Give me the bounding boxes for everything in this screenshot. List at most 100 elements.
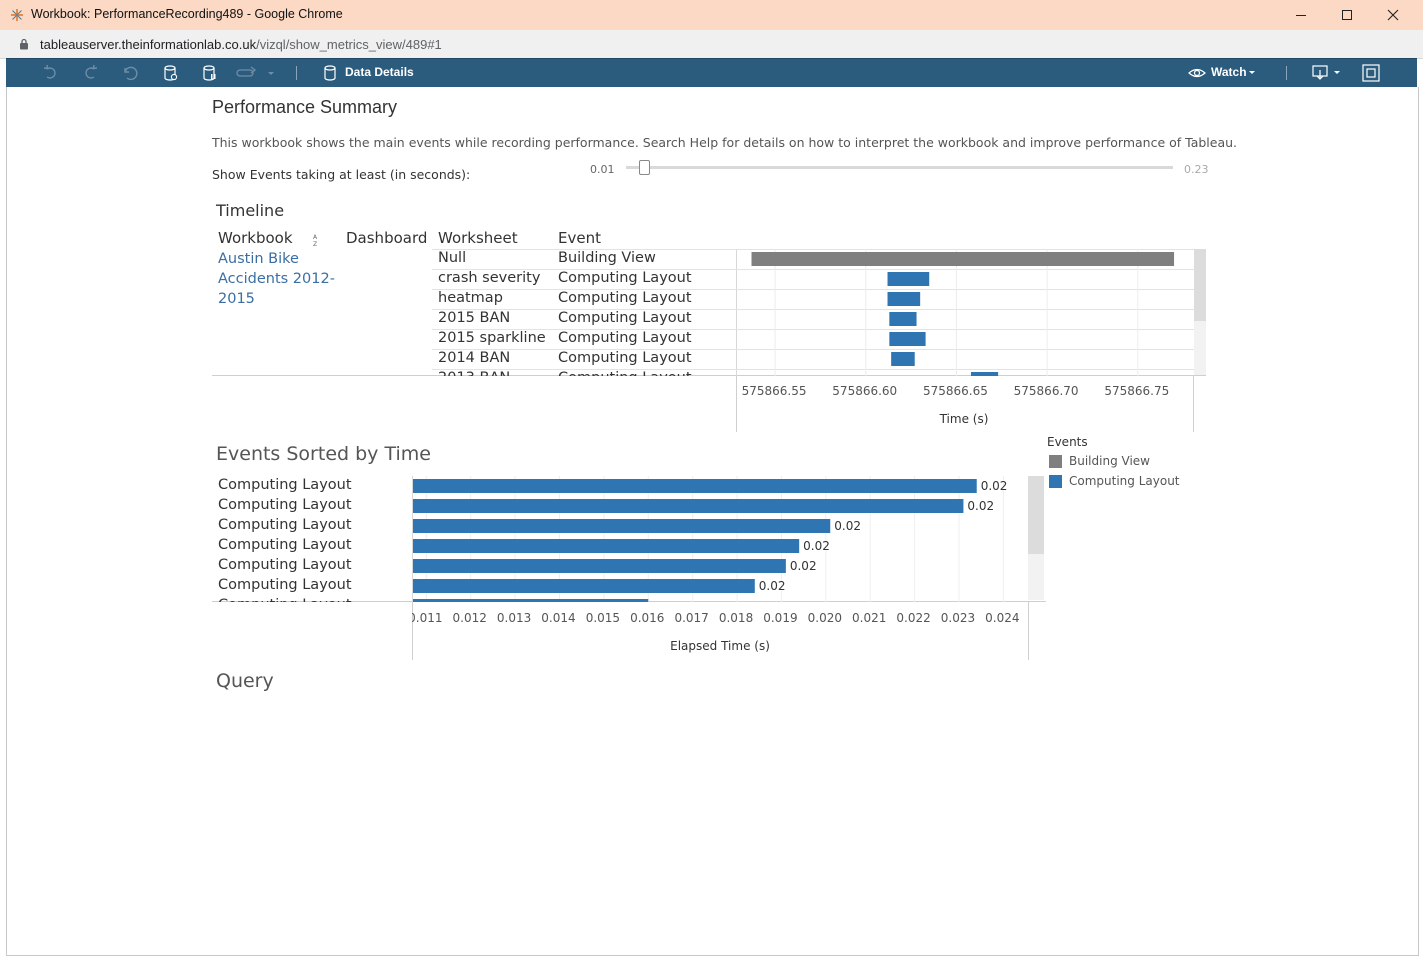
toolbar-divider: [296, 66, 297, 80]
timeline-x-axis: 575866.55 575866.60 575866.65 575866.70 5758…: [736, 376, 1194, 432]
duration-bar: [413, 499, 964, 513]
event-label[interactable]: Computing Layout: [218, 537, 352, 553]
slider-max-value: 0.23: [1184, 163, 1209, 176]
slider-handle[interactable]: [639, 160, 650, 175]
url-text[interactable]: tableauserver.theinformationlab.co.uk/vi…: [40, 37, 442, 52]
event-cell[interactable]: Building View: [558, 250, 656, 266]
timeline-bar: [751, 252, 1175, 266]
tableau-toolbar: Data Details Watch: [6, 58, 1417, 87]
slider-min-value: 0.01: [590, 163, 615, 176]
fullscreen-icon[interactable]: [1362, 64, 1380, 82]
event-cell[interactable]: Computing Layout: [558, 270, 692, 286]
event-label[interactable]: Computing Layout: [218, 517, 352, 533]
event-cell[interactable]: Computing Layout: [558, 290, 692, 306]
bar-value-label: 0.02: [803, 539, 830, 553]
events-sorted-scrollbar[interactable]: [1028, 476, 1044, 600]
events-sorted-scroll-thumb[interactable]: [1028, 476, 1044, 554]
timeline-bar: [889, 332, 926, 346]
close-button[interactable]: [1370, 0, 1416, 30]
maximize-button[interactable]: [1324, 0, 1370, 30]
duration-bar: [413, 579, 755, 593]
timeline-scrollbar[interactable]: [1194, 249, 1206, 375]
worksheet-cell[interactable]: crash severity: [438, 270, 540, 286]
duration-bar: [413, 559, 786, 573]
x-tick-label: 0.022: [896, 611, 930, 625]
worksheet-cell[interactable]: 2013 BAN: [438, 370, 510, 376]
pause-updates-icon[interactable]: [201, 64, 219, 82]
x-tick-label: 0.011: [412, 611, 442, 625]
x-tick-label: 0.018: [719, 611, 753, 625]
worksheet-cell[interactable]: 2015 BAN: [438, 310, 510, 326]
x-tick-label: 575866.70: [1014, 384, 1079, 398]
event-cell[interactable]: Computing Layout: [558, 370, 692, 376]
column-header-dashboard: Dashboard: [346, 229, 428, 247]
filter-label: Show Events taking at least (in seconds)…: [212, 167, 471, 182]
x-tick-label: 0.012: [453, 611, 487, 625]
data-details-button[interactable]: Data Details: [345, 65, 414, 79]
events-sorted-chart: 0.02 0.02 0.02 0.02 0.02 0.02: [413, 476, 1007, 602]
database-icon: [324, 65, 336, 81]
refresh-data-icon[interactable]: [162, 64, 180, 82]
event-label[interactable]: Computing Layout: [218, 497, 352, 513]
x-tick-label: 0.024: [985, 611, 1019, 625]
duration-bar: [413, 539, 800, 553]
duration-bar: [413, 479, 977, 493]
duration-bar: [413, 519, 831, 533]
worksheet-cell[interactable]: 2014 BAN: [438, 350, 510, 366]
worksheet-cell[interactable]: heatmap: [438, 290, 503, 306]
event-label[interactable]: Computing Layout: [218, 577, 352, 593]
worksheet-cell[interactable]: Null: [438, 250, 466, 266]
event-cell[interactable]: Computing Layout: [558, 350, 692, 366]
tableau-logo-icon: [11, 9, 23, 21]
replay-animation-icon[interactable]: [236, 64, 260, 82]
timeline-scroll-thumb[interactable]: [1194, 249, 1206, 321]
minimize-button[interactable]: [1278, 0, 1324, 30]
x-axis-title: Time (s): [939, 412, 989, 426]
watch-button[interactable]: Watch: [1211, 65, 1247, 79]
event-label[interactable]: Computing Layout: [218, 557, 352, 573]
x-tick-label: 0.019: [763, 611, 797, 625]
query-title: Query: [216, 670, 274, 692]
bar-value-label: 0.02: [967, 499, 994, 513]
x-tick-label: 0.016: [630, 611, 664, 625]
url-host: tableauserver.theinformationlab.co.uk: [40, 37, 257, 52]
sort-icon[interactable]: A Z: [312, 233, 322, 247]
events-sorted-x-axis: 0.011 0.012 0.013 0.014 0.015 0.016 0.017 0.018…: [412, 602, 1029, 660]
bar-value-label: 0.02: [834, 519, 861, 533]
timeline-bar: [889, 312, 917, 326]
event-cell[interactable]: Computing Layout: [558, 330, 692, 346]
svg-text:Z: Z: [313, 241, 317, 247]
chevron-down-icon[interactable]: [1247, 64, 1257, 82]
timeline-chart: [751, 249, 1175, 376]
x-tick-label: 0.014: [541, 611, 575, 625]
chevron-down-icon[interactable]: [265, 64, 277, 82]
redo-icon[interactable]: [81, 64, 99, 82]
workbook-line: Accidents 2012-: [218, 271, 335, 287]
summary-description: This workbook shows the main events whil…: [212, 135, 1238, 150]
event-cell[interactable]: Computing Layout: [558, 310, 692, 326]
worksheet-cell[interactable]: 2015 sparkline: [438, 330, 546, 346]
eye-icon: [1188, 68, 1206, 78]
event-label[interactable]: Computing Layout: [218, 597, 352, 602]
close-icon: [1387, 9, 1399, 21]
timeline-title: Timeline: [216, 201, 285, 220]
address-bar[interactable]: tableauserver.theinformationlab.co.uk/vi…: [0, 30, 1423, 59]
column-header-event: Event: [558, 229, 601, 247]
page-title: Performance Summary: [212, 97, 398, 117]
x-tick-label: 575866.55: [742, 384, 807, 398]
maximize-icon: [1342, 10, 1352, 20]
workbook-line: 2015: [218, 291, 255, 307]
undo-icon[interactable]: [42, 64, 60, 82]
browser-window: Workbook: PerformanceRecording489 - Goog…: [0, 0, 1423, 965]
slider-track[interactable]: [626, 166, 1173, 169]
revert-icon[interactable]: [121, 64, 139, 82]
title-bar: Workbook: PerformanceRecording489 - Goog…: [0, 0, 1423, 30]
x-tick-label: 0.013: [497, 611, 531, 625]
chevron-down-icon[interactable]: [1332, 64, 1342, 82]
timeline-bar: [891, 352, 915, 366]
workbook-cell[interactable]: Austin Bike Accidents 2012- 2015: [218, 249, 335, 309]
event-label[interactable]: Computing Layout: [218, 477, 352, 493]
toolbar-divider: [1286, 66, 1287, 80]
bar-value-label: 0.02: [759, 579, 786, 593]
download-icon[interactable]: [1312, 64, 1330, 82]
